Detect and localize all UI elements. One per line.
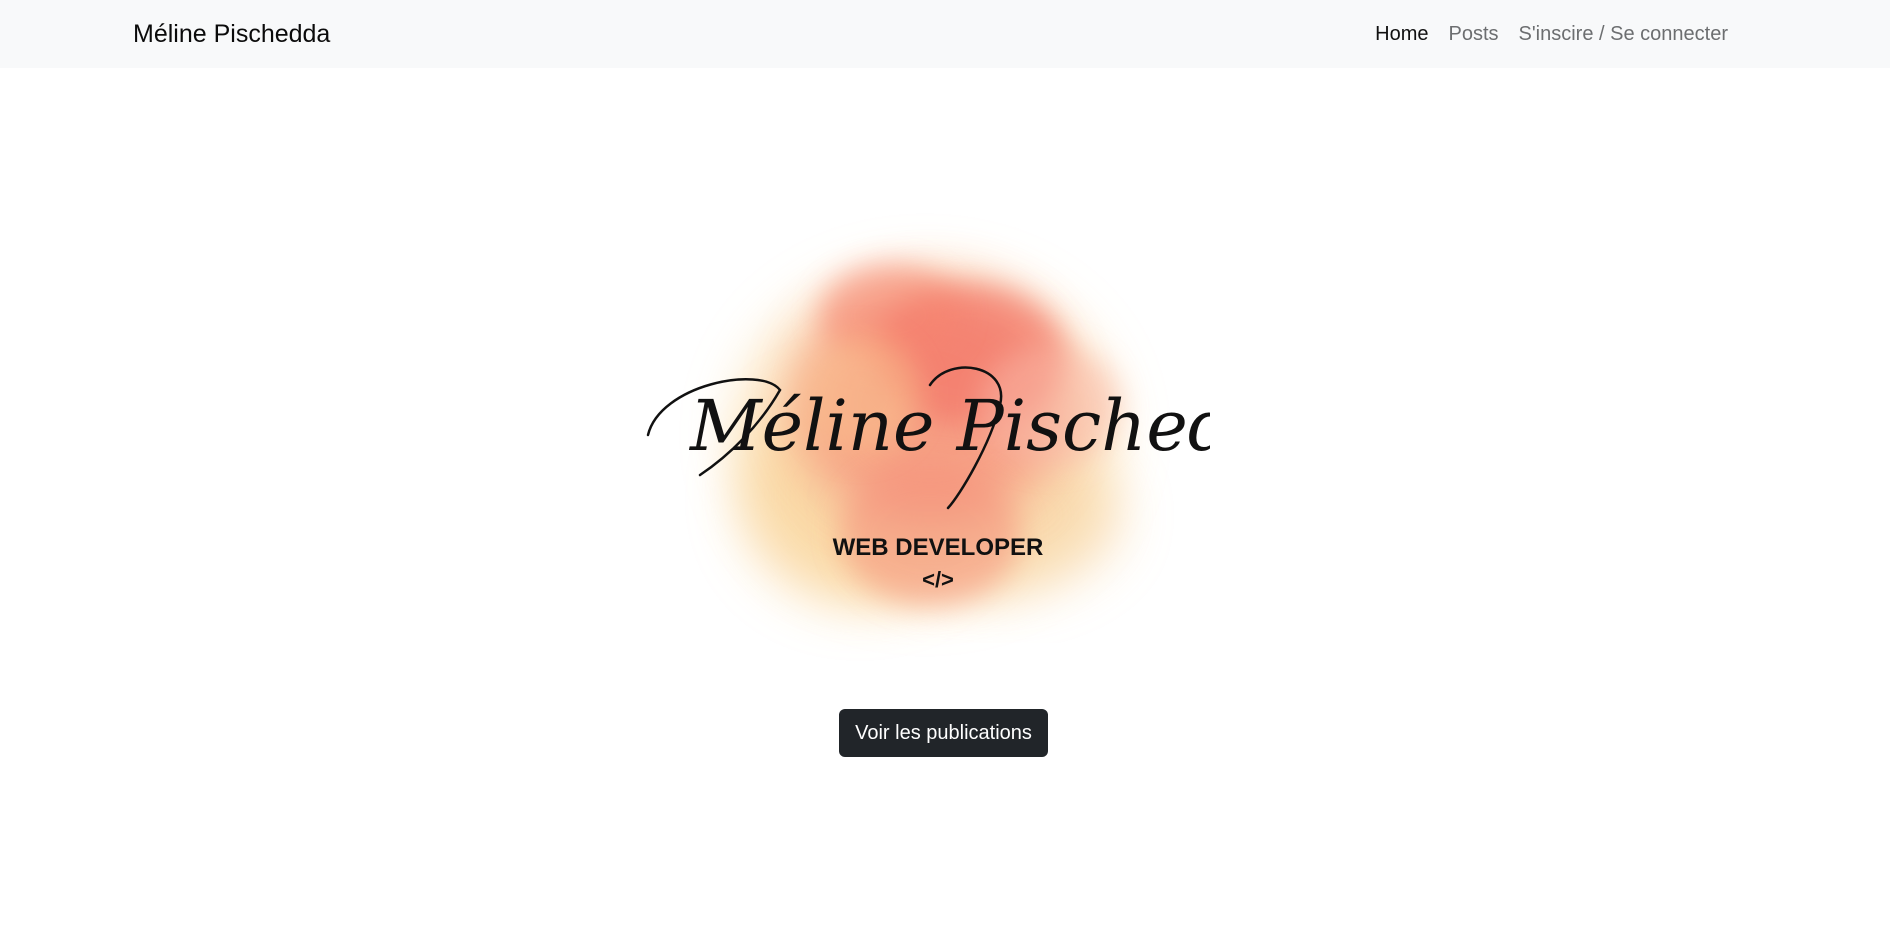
logo-image: Méline Pischedda WEB DEVELOPER </> bbox=[646, 265, 1210, 605]
code-icon: </> bbox=[922, 567, 954, 592]
logo-subtitle: WEB DEVELOPER bbox=[833, 534, 1044, 561]
navbar: Méline Pischedda Home Posts S'inscire / … bbox=[0, 0, 1890, 68]
brand-link[interactable]: Méline Pischedda bbox=[133, 18, 330, 50]
hero-logo: Méline Pischedda WEB DEVELOPER </> bbox=[630, 205, 1210, 675]
view-posts-button[interactable]: Voir les publications bbox=[839, 709, 1048, 757]
signature-text: Méline Pischedda bbox=[688, 385, 1210, 467]
nav-link-login[interactable]: S'inscire / Se connecter bbox=[1519, 20, 1728, 48]
nav-link-posts[interactable]: Posts bbox=[1448, 20, 1498, 48]
nav-links: Home Posts S'inscire / Se connecter bbox=[1375, 20, 1728, 48]
nav-link-home[interactable]: Home bbox=[1375, 20, 1428, 48]
